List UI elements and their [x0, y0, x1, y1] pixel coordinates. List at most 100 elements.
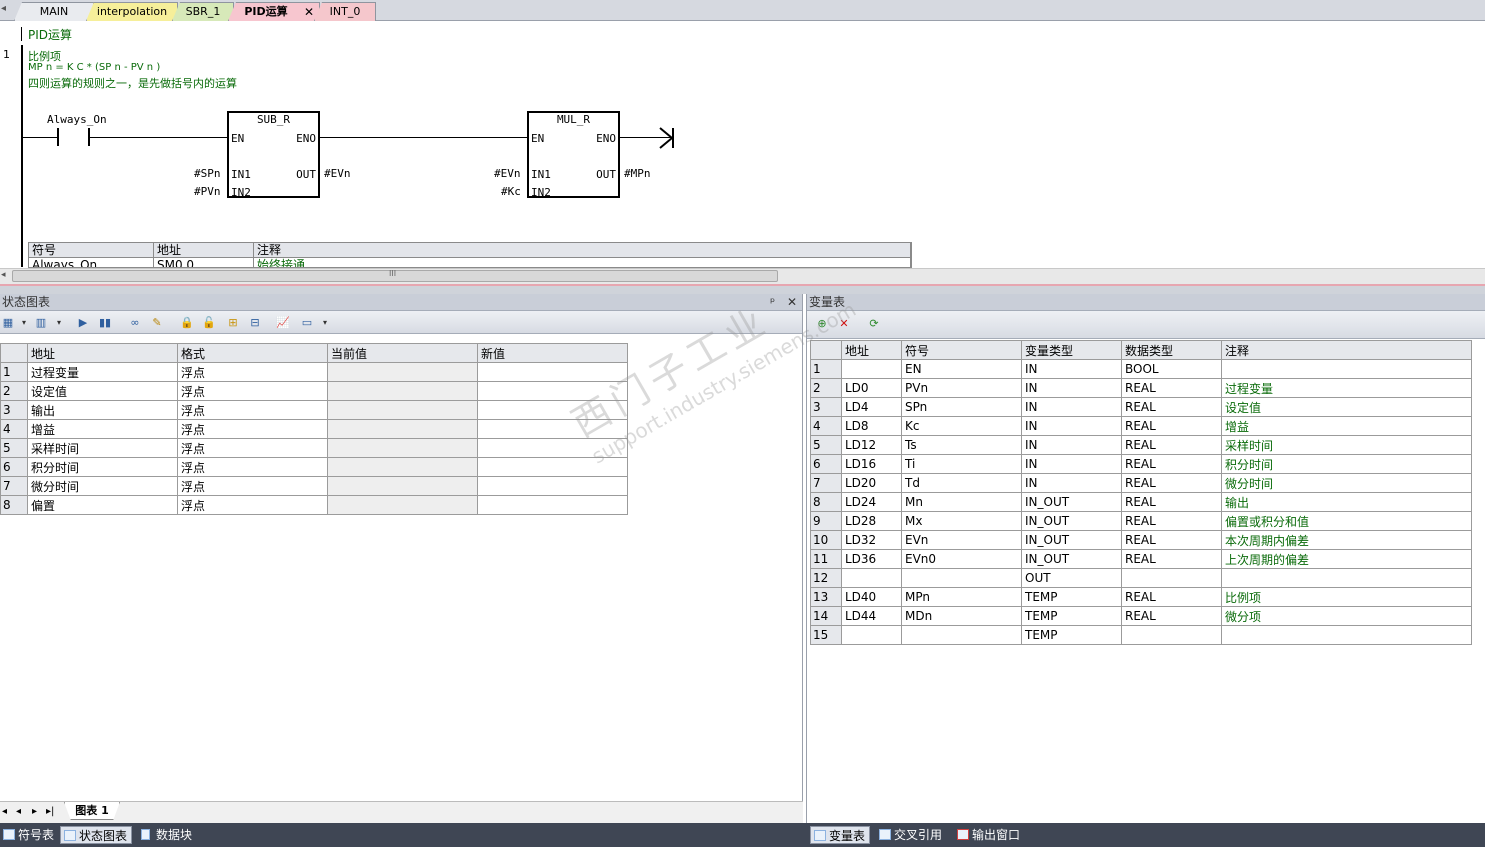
symbol-cell[interactable]: Mx: [901, 511, 1022, 531]
status-chart-row[interactable]: 8 偏置 浮点: [0, 495, 628, 515]
sub-r-in2-operand[interactable]: #PVn: [194, 185, 221, 198]
glasses-icon[interactable]: ∞: [128, 316, 142, 329]
scroll-left-icon[interactable]: ◂: [1, 270, 6, 280]
format-cell[interactable]: 浮点: [177, 362, 328, 382]
bottom-tab-status-chart[interactable]: 状态图表: [60, 826, 133, 844]
format-cell[interactable]: 浮点: [177, 457, 328, 477]
new-value-cell[interactable]: [477, 400, 628, 420]
comment-cell[interactable]: 本次周期内偏差: [1221, 530, 1472, 550]
comment-cell[interactable]: 过程变量: [1221, 378, 1472, 398]
variable-type-cell[interactable]: IN_OUT: [1021, 530, 1122, 550]
trend-view-icon[interactable]: 📈: [276, 316, 290, 329]
data-type-cell[interactable]: REAL: [1121, 416, 1222, 436]
unforce-all-icon[interactable]: ⊞: [226, 316, 240, 329]
data-type-cell[interactable]: REAL: [1121, 492, 1222, 512]
current-value-cell[interactable]: [327, 381, 478, 401]
current-value-cell[interactable]: [327, 476, 478, 496]
symbol-cell[interactable]: MPn: [901, 587, 1022, 607]
address-cell[interactable]: 采样时间: [27, 438, 178, 458]
tab-sbr-1[interactable]: SBR_1: [172, 2, 234, 21]
symbol-cell[interactable]: [901, 568, 1022, 588]
address-cell[interactable]: 设定值: [27, 381, 178, 401]
first-sheet-icon[interactable]: ◂: [2, 806, 7, 817]
format-cell[interactable]: 浮点: [177, 438, 328, 458]
variable-type-cell[interactable]: OUT: [1021, 568, 1122, 588]
variable-row[interactable]: 8 LD24 Mn IN_OUT REAL 输出: [810, 492, 1472, 512]
tooltip-icon[interactable]: ▭: [300, 316, 314, 329]
dropdown-icon[interactable]: ▾: [17, 316, 31, 329]
data-type-cell[interactable]: REAL: [1121, 530, 1222, 550]
address-cell[interactable]: 过程变量: [27, 362, 178, 382]
new-value-cell[interactable]: [477, 476, 628, 496]
tab-int-0[interactable]: INT_0: [314, 2, 376, 21]
address-cell[interactable]: [841, 359, 902, 379]
data-type-cell[interactable]: REAL: [1121, 606, 1222, 626]
variable-type-cell[interactable]: TEMP: [1021, 606, 1122, 626]
new-value-cell[interactable]: [477, 362, 628, 382]
address-cell[interactable]: 增益: [27, 419, 178, 439]
comment-cell[interactable]: [1221, 625, 1472, 645]
address-cell[interactable]: 微分时间: [27, 476, 178, 496]
data-type-cell[interactable]: REAL: [1121, 435, 1222, 455]
tab-main[interactable]: MAIN: [14, 2, 94, 21]
new-value-cell[interactable]: [477, 381, 628, 401]
symbol-cell[interactable]: EVn: [901, 530, 1022, 550]
variable-row[interactable]: 13 LD40 MPn TEMP REAL 比例项: [810, 587, 1472, 607]
status-chart-row[interactable]: 2 设定值 浮点: [0, 381, 628, 401]
variable-row[interactable]: 14 LD44 MDn TEMP REAL 微分项: [810, 606, 1472, 626]
bottom-tab-variable-table[interactable]: 变量表: [810, 826, 871, 844]
variable-type-cell[interactable]: IN_OUT: [1021, 549, 1122, 569]
status-chart-row[interactable]: 7 微分时间 浮点: [0, 476, 628, 496]
pane-splitter[interactable]: [0, 286, 1485, 294]
comment-cell[interactable]: [1221, 568, 1472, 588]
delete-variable-icon[interactable]: ✕: [837, 317, 851, 330]
data-type-cell[interactable]: BOOL: [1121, 359, 1222, 379]
mul-r-out-operand[interactable]: #MPn: [624, 167, 651, 180]
dropdown-icon[interactable]: ▾: [318, 316, 332, 329]
refresh-icon[interactable]: ⟳: [867, 317, 881, 330]
data-type-cell[interactable]: REAL: [1121, 397, 1222, 417]
sub-r-in1-operand[interactable]: #SPn: [194, 167, 221, 180]
status-chart-row[interactable]: 1 过程变量 浮点: [0, 362, 628, 382]
current-value-cell[interactable]: [327, 362, 478, 382]
variable-type-cell[interactable]: IN: [1021, 359, 1122, 379]
bottom-tab-symbol-table[interactable]: 符号表: [0, 826, 58, 844]
comment-cell[interactable]: 设定值: [1221, 397, 1472, 417]
scrollbar-thumb[interactable]: III: [12, 269, 778, 282]
address-cell[interactable]: LD0: [841, 378, 902, 398]
delete-row-icon[interactable]: ▥: [34, 316, 48, 329]
comment-cell[interactable]: 增益: [1221, 416, 1472, 436]
address-cell[interactable]: LD28: [841, 511, 902, 531]
comment-cell[interactable]: 比例项: [1221, 587, 1472, 607]
ladder-editor[interactable]: PID运算 1 比例项 MP n = K C * (SP n - PV n ) …: [0, 21, 1485, 268]
status-chart-row[interactable]: 6 积分时间 浮点: [0, 457, 628, 477]
data-type-cell[interactable]: REAL: [1121, 454, 1222, 474]
variable-type-cell[interactable]: TEMP: [1021, 625, 1122, 645]
address-cell[interactable]: LD24: [841, 492, 902, 512]
current-value-cell[interactable]: [327, 438, 478, 458]
format-cell[interactable]: 浮点: [177, 381, 328, 401]
pin-icon[interactable]: ᵖ: [770, 294, 775, 311]
address-cell[interactable]: LD40: [841, 587, 902, 607]
new-value-cell[interactable]: [477, 419, 628, 439]
current-value-cell[interactable]: [327, 457, 478, 477]
read-forced-icon[interactable]: ⊟: [248, 316, 262, 329]
format-cell[interactable]: 浮点: [177, 419, 328, 439]
close-icon[interactable]: ✕: [787, 294, 797, 311]
status-chart-grid[interactable]: 地址 格式 当前值 新值 1 过程变量 浮点 2 设定值 浮点 3 输出 浮点 4 增益 浮点 5 采样时…: [0, 343, 628, 515]
data-type-cell[interactable]: [1121, 568, 1222, 588]
symbol-cell[interactable]: EVn0: [901, 549, 1022, 569]
data-type-cell[interactable]: REAL: [1121, 473, 1222, 493]
variable-row[interactable]: 2 LD0 PVn IN REAL 过程变量: [810, 378, 1472, 398]
variable-type-cell[interactable]: IN: [1021, 454, 1122, 474]
address-cell[interactable]: 积分时间: [27, 457, 178, 477]
address-cell[interactable]: LD4: [841, 397, 902, 417]
symbol-cell[interactable]: Ts: [901, 435, 1022, 455]
variable-type-cell[interactable]: IN_OUT: [1021, 492, 1122, 512]
bottom-tab-cross-reference[interactable]: 交叉引用: [876, 826, 946, 844]
unforce-icon[interactable]: 🔓: [202, 316, 216, 329]
comment-cell[interactable]: 积分时间: [1221, 454, 1472, 474]
variable-row[interactable]: 10 LD32 EVn IN_OUT REAL 本次周期内偏差: [810, 530, 1472, 550]
variable-row[interactable]: 1 EN IN BOOL: [810, 359, 1472, 379]
insert-row-icon[interactable]: ▦: [1, 316, 15, 329]
